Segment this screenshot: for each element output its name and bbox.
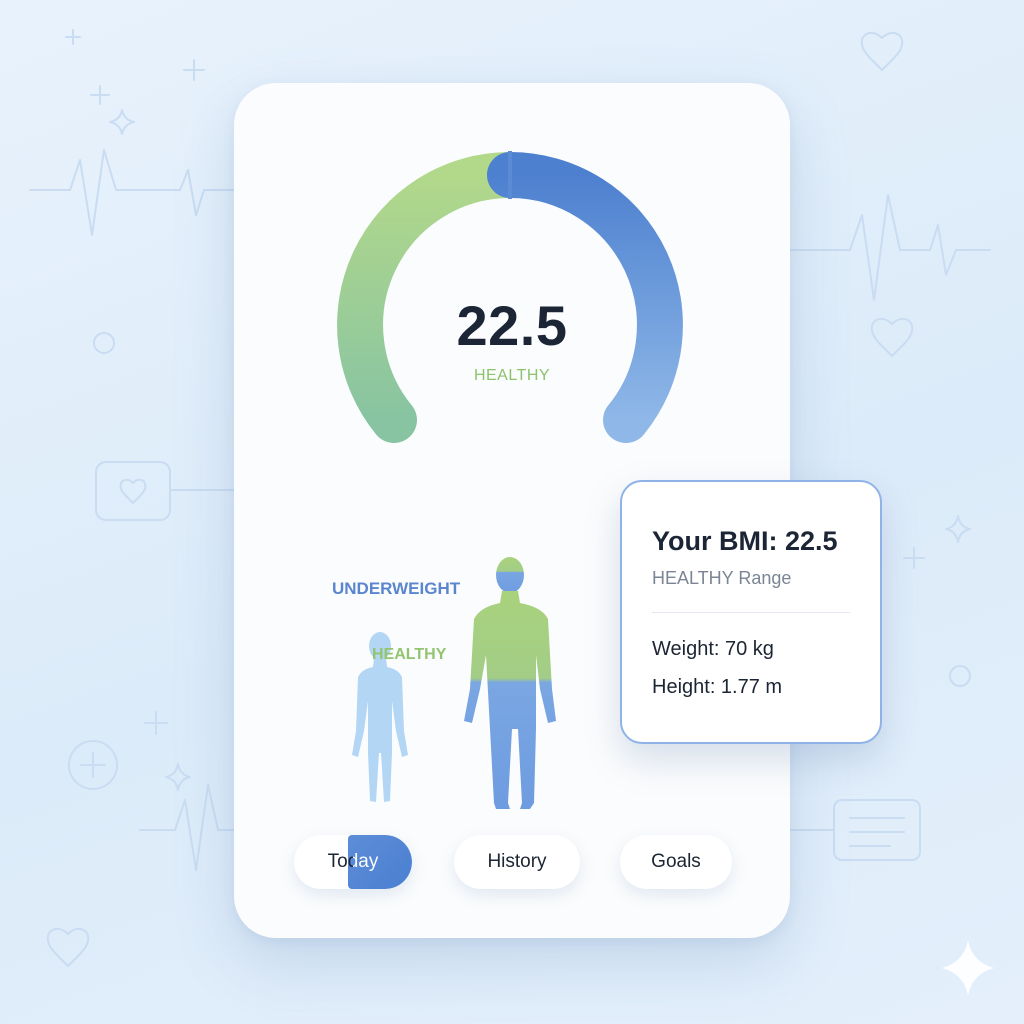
sparkle-icon [109, 109, 135, 135]
heart-icon [870, 318, 914, 357]
heart-icon [860, 32, 904, 71]
popover-subtitle: HEALTHY Range [652, 568, 792, 588]
bmi-value: 22.5 [456, 294, 568, 357]
underweight-label: UNDERWEIGHT [332, 579, 461, 598]
circle-icon [949, 665, 971, 687]
plus-icon [90, 85, 110, 105]
weight-value: Weight: 70 kg [652, 638, 774, 660]
heartbeat-line-icon [789, 194, 991, 301]
message-icon [833, 799, 921, 861]
healthy-figure [464, 557, 556, 809]
healthy-label: HEALTHY [372, 646, 447, 663]
plus-icon [144, 711, 168, 735]
height-value: Height: 1.77 m [652, 676, 783, 698]
circle-icon [93, 332, 115, 354]
popover-title: Your BMI: 22.5 [652, 526, 838, 556]
bmi-detail-popover: Your BMI: 22.5 HEALTHY Range Weight: 70 … [620, 480, 882, 744]
sparkle-icon [942, 940, 994, 996]
plus-icon [183, 59, 205, 81]
tab-today-label: Today [327, 851, 379, 872]
sparkle-icon [945, 515, 971, 543]
plus-icon [65, 29, 81, 45]
heart-icon [46, 928, 90, 967]
tab-today[interactable]: Today [294, 835, 412, 889]
tab-history-label: History [487, 851, 547, 872]
heartbeat-line-icon [29, 149, 235, 236]
popover-divider [652, 612, 850, 613]
body-figures [352, 557, 556, 809]
heartbeat-line-icon [139, 784, 235, 871]
tab-goals[interactable]: Goals [620, 835, 732, 889]
tab-goals-label: Goals [651, 851, 701, 872]
plus-icon [903, 547, 925, 569]
tab-history[interactable]: History [454, 835, 580, 889]
bmi-status: HEALTHY [473, 367, 551, 384]
sparkle-icon [165, 763, 191, 791]
chat-heart-icon [95, 461, 171, 521]
